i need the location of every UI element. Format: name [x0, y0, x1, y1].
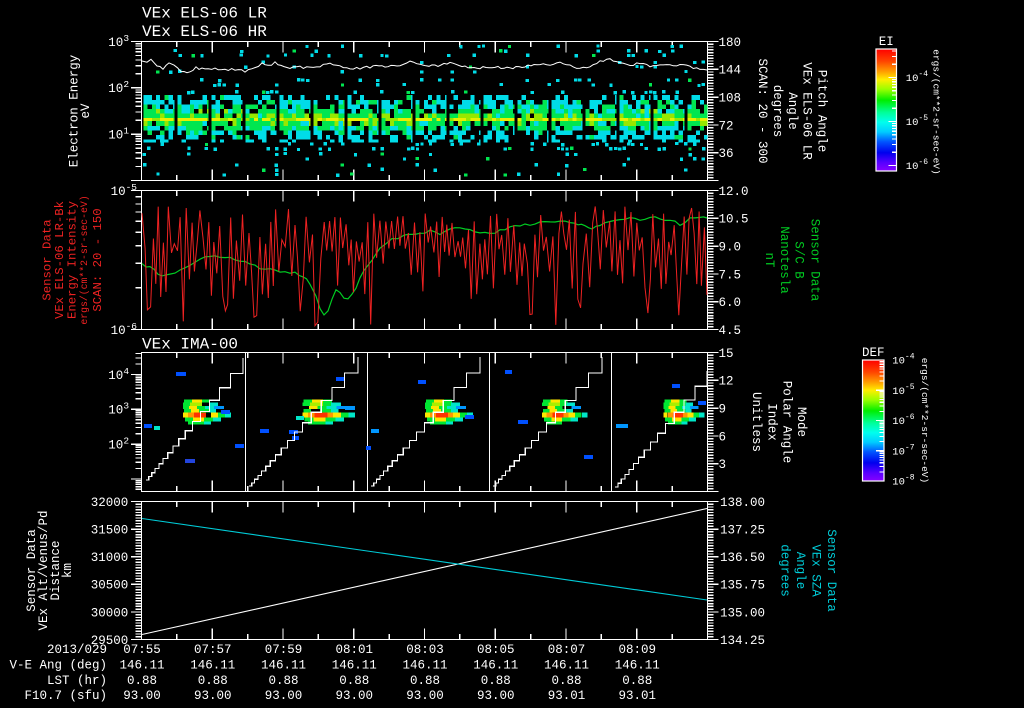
svg-text:3: 3	[719, 458, 727, 472]
svg-text:146.11: 146.11	[332, 658, 377, 672]
svg-text:ergs/(cm**2-sr-sec-eV): ergs/(cm**2-sr-sec-eV)	[931, 49, 942, 174]
svg-text:Pitch Angle: Pitch Angle	[814, 70, 828, 153]
svg-text:93.01: 93.01	[548, 689, 586, 703]
svg-text:Energy Intensity: Energy Intensity	[65, 201, 79, 319]
svg-text:30000: 30000	[91, 606, 129, 620]
svg-text:31500: 31500	[91, 524, 129, 538]
svg-text:SCAN: 20 - 150: SCAN: 20 - 150	[91, 208, 105, 311]
svg-text:9: 9	[719, 403, 727, 417]
svg-text:Mode: Mode	[794, 407, 808, 437]
svg-text:degrees: degrees	[770, 85, 784, 138]
svg-text:08:03: 08:03	[406, 643, 444, 657]
svg-text:93.00: 93.00	[406, 689, 444, 703]
svg-text:EI: EI	[879, 35, 894, 49]
svg-text:93.00: 93.00	[335, 689, 373, 703]
svg-text:0.88: 0.88	[481, 674, 511, 688]
svg-text:146.11: 146.11	[473, 658, 518, 672]
svg-text:ergs/(cm**2-sr-sec-eV): ergs/(cm**2-sr-sec-eV)	[79, 195, 90, 324]
svg-text:km: km	[61, 563, 75, 578]
svg-text:VEx ELS-06 HR: VEx ELS-06 HR	[142, 23, 267, 41]
svg-text:Angle: Angle	[793, 552, 807, 590]
svg-text:degrees: degrees	[778, 544, 792, 597]
svg-text:Polar Angle: Polar Angle	[779, 381, 793, 464]
svg-text:93.00: 93.00	[477, 689, 515, 703]
svg-text:0.88: 0.88	[268, 674, 298, 688]
svg-text:136.50: 136.50	[720, 551, 765, 565]
svg-text:0.88: 0.88	[198, 674, 228, 688]
svg-text:Unitless: Unitless	[749, 392, 763, 452]
svg-text:146.11: 146.11	[190, 658, 235, 672]
svg-text:93.01: 93.01	[618, 689, 656, 703]
svg-text:Angle: Angle	[785, 92, 799, 130]
svg-text:08:01: 08:01	[335, 643, 373, 657]
svg-text:08:07: 08:07	[548, 643, 586, 657]
svg-text:0.88: 0.88	[127, 674, 157, 688]
svg-text:32000: 32000	[91, 496, 129, 510]
svg-text:144: 144	[719, 64, 742, 78]
svg-text:10.5: 10.5	[719, 213, 749, 227]
svg-text:DEF: DEF	[862, 346, 885, 360]
svg-text:93.00: 93.00	[194, 689, 232, 703]
svg-text:146.11: 146.11	[402, 658, 447, 672]
svg-text:V-E Ang (deg): V-E Ang (deg)	[9, 658, 107, 672]
svg-text:134.25: 134.25	[720, 634, 765, 648]
svg-text:2013/029: 2013/029	[47, 643, 107, 657]
svg-text:SCAN: 20 - 300: SCAN: 20 - 300	[755, 58, 769, 163]
svg-text:eV: eV	[79, 103, 93, 119]
svg-text:146.11: 146.11	[544, 658, 589, 672]
svg-text:31000: 31000	[91, 551, 129, 565]
svg-text:ergs/(cm**2-sr-sec-eV): ergs/(cm**2-sr-sec-eV)	[919, 358, 930, 483]
svg-text:08:05: 08:05	[477, 643, 515, 657]
svg-text:15: 15	[719, 347, 734, 361]
svg-text:nT: nT	[762, 252, 776, 268]
svg-text:VEx ELS-06 LR: VEx ELS-06 LR	[142, 5, 267, 23]
svg-text:146.11: 146.11	[615, 658, 660, 672]
svg-text:137.25: 137.25	[720, 524, 765, 538]
svg-text:0.88: 0.88	[622, 674, 652, 688]
svg-text:6: 6	[719, 430, 727, 444]
svg-text:72: 72	[719, 119, 734, 133]
svg-text:S/C B: S/C B	[792, 241, 806, 279]
svg-text:135.75: 135.75	[720, 579, 765, 593]
svg-text:30500: 30500	[91, 579, 129, 593]
svg-text:07:55: 07:55	[123, 643, 161, 657]
svg-text:VEx IMA-00: VEx IMA-00	[142, 336, 238, 354]
svg-text:0.88: 0.88	[410, 674, 440, 688]
svg-text:Nanotesla: Nanotesla	[777, 226, 791, 294]
svg-text:Sensor Data: Sensor Data	[807, 219, 821, 302]
svg-text:12.0: 12.0	[719, 185, 749, 199]
svg-text:08:09: 08:09	[618, 643, 656, 657]
svg-text:Index: Index	[765, 403, 779, 441]
svg-text:108: 108	[719, 92, 742, 106]
svg-text:135.00: 135.00	[720, 606, 765, 620]
svg-text:07:57: 07:57	[194, 643, 232, 657]
svg-text:12: 12	[719, 375, 734, 389]
svg-text:VEx ELS-06 LR: VEx ELS-06 LR	[800, 62, 814, 160]
svg-text:180: 180	[719, 36, 742, 50]
svg-text:Sensor Data: Sensor Data	[824, 529, 838, 612]
svg-text:138.00: 138.00	[720, 496, 765, 510]
svg-text:146.11: 146.11	[119, 658, 164, 672]
svg-text:0.88: 0.88	[551, 674, 581, 688]
svg-text:4.5: 4.5	[719, 324, 742, 338]
svg-text:VEx SZA: VEx SZA	[809, 544, 823, 597]
svg-text:93.00: 93.00	[123, 689, 161, 703]
svg-text:6.0: 6.0	[719, 296, 742, 310]
svg-text:07:59: 07:59	[265, 643, 303, 657]
svg-text:0.88: 0.88	[339, 674, 369, 688]
svg-text:9.0: 9.0	[719, 241, 742, 255]
svg-text:146.11: 146.11	[261, 658, 306, 672]
svg-text:36: 36	[719, 147, 734, 161]
svg-text:LST (hr): LST (hr)	[47, 674, 107, 688]
svg-text:93.00: 93.00	[265, 689, 303, 703]
svg-text:F10.7 (sfu): F10.7 (sfu)	[24, 689, 107, 703]
svg-text:7.5: 7.5	[719, 268, 742, 282]
